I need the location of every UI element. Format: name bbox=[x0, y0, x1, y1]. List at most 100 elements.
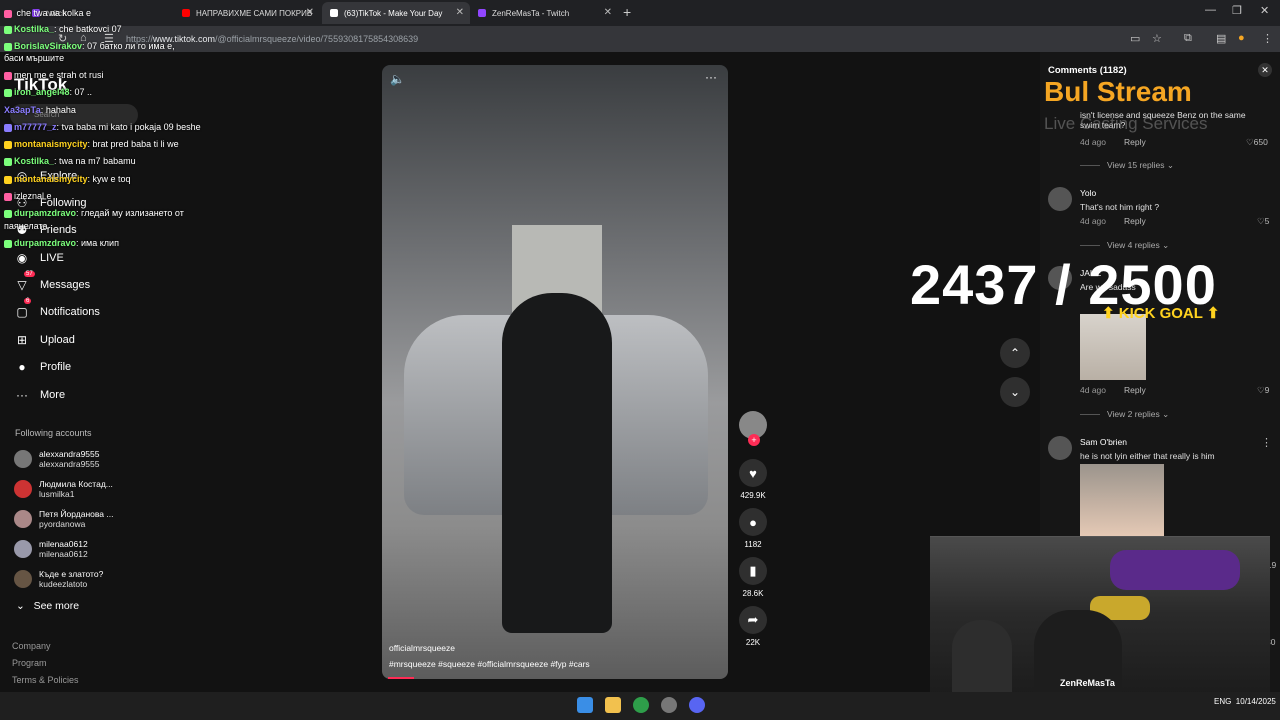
nav-profile[interactable]: ● Profile bbox=[14, 357, 71, 377]
like-button[interactable]: ♥ 429.9K bbox=[738, 459, 768, 500]
view-replies-button[interactable]: View 15 replies ⌄ bbox=[1080, 160, 1174, 171]
account-item[interactable]: Къде е златото? kudeezlatoto bbox=[14, 565, 103, 593]
comment-more-icon[interactable]: ⋮ bbox=[1261, 436, 1272, 449]
share-count: 22K bbox=[745, 638, 761, 647]
footer-terms[interactable]: Terms & Policies bbox=[12, 675, 79, 685]
account-handle: pyordanowa bbox=[39, 519, 86, 529]
chat-line: Ха3арТа: hahaha bbox=[4, 105, 76, 115]
account-handle: kudeezlatoto bbox=[39, 579, 88, 589]
avatar[interactable] bbox=[1048, 436, 1072, 460]
url-field[interactable]: https://www.tiktok.com/@officialmrsqueez… bbox=[126, 31, 1006, 47]
comment-author[interactable]: Yolo bbox=[1080, 188, 1096, 198]
nav-live[interactable]: ◉ LIVE bbox=[14, 248, 64, 268]
more-options-icon[interactable]: ··· bbox=[705, 70, 717, 84]
close-icon[interactable]: ✕ bbox=[456, 7, 464, 18]
chrome-icon[interactable] bbox=[633, 697, 649, 713]
webcam-car bbox=[1110, 550, 1240, 590]
chat-line: Kostilka_: che batkovci 07 bbox=[4, 24, 122, 34]
avatar bbox=[14, 540, 32, 558]
video-author[interactable]: officialmrsqueeze bbox=[389, 643, 455, 653]
menu-dots-icon[interactable]: ⋮ bbox=[1262, 32, 1273, 45]
account-item[interactable]: alexxandra9555 alexxandra9555 bbox=[14, 445, 100, 473]
previous-video-button[interactable]: ⌃ bbox=[1000, 338, 1030, 368]
profile-icon: ● bbox=[18, 360, 26, 374]
account-item[interactable]: Людмила Костад... lusmilka1 bbox=[14, 475, 113, 503]
comment-author[interactable]: Sam O'brien bbox=[1080, 437, 1127, 447]
badge-icon bbox=[4, 42, 12, 51]
more-icon: ··· bbox=[16, 388, 28, 402]
windows-start-icon[interactable] bbox=[577, 697, 593, 713]
account-item[interactable]: Петя Йорданова ... pyordanowa bbox=[14, 505, 113, 533]
obs-icon[interactable] bbox=[661, 697, 677, 713]
badge-icon bbox=[4, 209, 12, 218]
comment-image[interactable] bbox=[1080, 314, 1146, 380]
footer-company[interactable]: Company bbox=[12, 641, 51, 651]
tab-tiktok[interactable]: (63)TikTok - Make Your Day ✕ bbox=[322, 2, 470, 24]
comment-image[interactable] bbox=[1080, 464, 1164, 536]
close-icon[interactable]: ✕ bbox=[1258, 63, 1272, 77]
comment-like[interactable]: ♡5 bbox=[1257, 216, 1269, 227]
chat-line: montanaismycity: brat pred baba ti li we bbox=[4, 139, 179, 149]
nav-notifications[interactable]: ▢ 6 Notifications bbox=[14, 298, 100, 322]
reply-button[interactable]: Reply bbox=[1124, 137, 1146, 147]
video-progress-bar[interactable] bbox=[388, 677, 414, 679]
close-window-icon[interactable]: ✕ bbox=[1260, 4, 1269, 17]
chat-line: m77777_z: tva baba mi kato i pokaja 09 b… bbox=[4, 122, 201, 132]
video-player[interactable] bbox=[382, 65, 728, 679]
comment-button[interactable]: ● 1182 bbox=[738, 508, 768, 549]
footer-program[interactable]: Program bbox=[12, 658, 47, 668]
maximize-icon[interactable]: ❐ bbox=[1232, 4, 1242, 17]
chat-text: brat pred baba ti li we bbox=[92, 139, 179, 149]
chevron-down-icon: ⌄ bbox=[16, 600, 25, 612]
cast-icon[interactable]: ▭ bbox=[1130, 32, 1140, 45]
nav-upload[interactable]: ⊞ Upload bbox=[14, 330, 75, 350]
chat-text: 07 батко ли го има е, bbox=[87, 41, 175, 51]
chat-line: izleznal e bbox=[4, 191, 52, 201]
discord-icon[interactable] bbox=[689, 697, 705, 713]
chat-line: баси мършите bbox=[4, 53, 64, 63]
account-item[interactable]: milenaa0612 milenaa0612 bbox=[14, 535, 88, 563]
comment-like[interactable]: ♡650 bbox=[1246, 137, 1268, 148]
nav-more[interactable]: ··· More bbox=[14, 385, 65, 405]
chat-user: m77777_z bbox=[14, 122, 57, 132]
minimize-icon[interactable]: — bbox=[1205, 4, 1216, 16]
view-replies-button[interactable]: View 2 replies ⌄ bbox=[1080, 409, 1169, 420]
account-name: alexxandra9555 bbox=[39, 449, 100, 459]
close-icon[interactable]: ✕ bbox=[604, 7, 612, 18]
follow-plus-icon[interactable]: + bbox=[748, 434, 760, 446]
file-explorer-icon[interactable] bbox=[605, 697, 621, 713]
badge-icon bbox=[4, 140, 12, 149]
address-bar: ↻ ⌂ ☰ https://www.tiktok.com/@officialmr… bbox=[0, 26, 1280, 52]
chevron-down-icon: ⌄ bbox=[1009, 385, 1021, 399]
chat-user: Kostilka_ bbox=[14, 156, 55, 166]
messages-badge: 57 bbox=[24, 271, 35, 277]
view-replies-button[interactable]: View 4 replies ⌄ bbox=[1080, 240, 1169, 251]
live-icon: ◉ bbox=[16, 251, 28, 265]
chat-user: BorislavSirakov bbox=[14, 41, 83, 51]
tab-youtube[interactable]: НАПРАВИХМЕ САМИ ПОКРИВ ✕ bbox=[174, 2, 320, 24]
chat-user: durpamzdravo bbox=[14, 208, 77, 218]
see-more-button[interactable]: ⌄ See more bbox=[16, 600, 79, 612]
reply-button[interactable]: Reply bbox=[1124, 385, 1146, 395]
avatar[interactable] bbox=[1048, 187, 1072, 211]
bookmark-star-icon[interactable]: ☆ bbox=[1152, 32, 1162, 45]
chat-text: гледай му излизането от bbox=[81, 208, 184, 218]
system-tray[interactable]: ENG 10/14/2025 bbox=[1214, 697, 1276, 706]
close-icon[interactable]: ✕ bbox=[306, 7, 314, 18]
next-video-button[interactable]: ⌄ bbox=[1000, 377, 1030, 407]
chat-user: durpamzdravo bbox=[14, 238, 77, 248]
reply-button[interactable]: Reply bbox=[1124, 216, 1146, 226]
new-tab-button[interactable]: + bbox=[623, 4, 631, 20]
sidebar-icon[interactable]: ▤ bbox=[1216, 32, 1226, 45]
volume-icon[interactable]: 🔈 bbox=[390, 72, 405, 86]
extensions-icon[interactable]: ⧉ bbox=[1184, 32, 1192, 45]
profile-avatar-icon[interactable]: ● bbox=[1238, 32, 1245, 44]
nav-messages[interactable]: ▽ 57 Messages bbox=[14, 271, 90, 295]
heart-outline-icon: ♡ bbox=[1257, 216, 1265, 226]
comment-like[interactable]: ♡9 bbox=[1257, 385, 1269, 396]
tab-twitch-zen[interactable]: ZenReMasTa - Twitch ✕ bbox=[470, 2, 618, 24]
video-hashtags[interactable]: #mrsqueeze #squeeze #officialmrsqueeze #… bbox=[389, 659, 590, 669]
comment-count: 1182 bbox=[744, 540, 762, 549]
save-button[interactable]: ▮ 28.6K bbox=[738, 557, 768, 598]
share-button[interactable]: ➦ 22K bbox=[738, 606, 768, 647]
